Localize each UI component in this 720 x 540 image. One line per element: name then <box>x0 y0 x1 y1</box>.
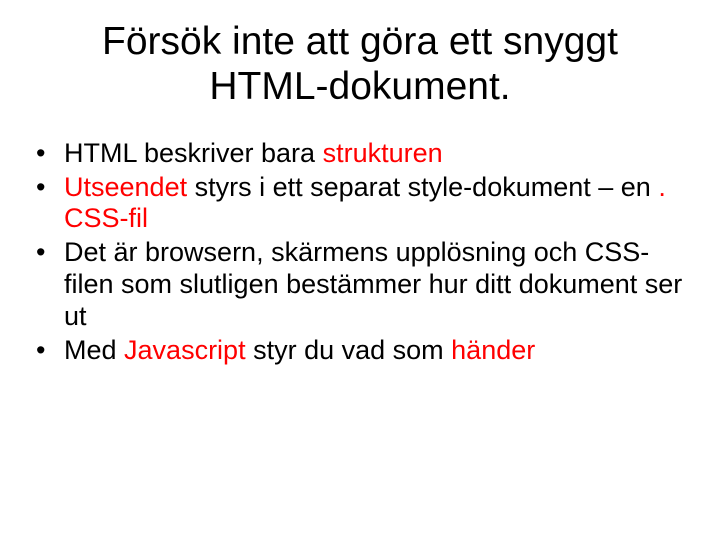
highlight-text: Javascript <box>124 335 246 365</box>
bullet-list: HTML beskriver bara strukturen Utseendet… <box>30 138 690 367</box>
text: styrs i ett separat style-dokument – en <box>187 172 658 202</box>
text: Med <box>64 335 124 365</box>
slide-title: Försök inte att göra ett snyggt HTML-dok… <box>70 20 650 110</box>
slide: Försök inte att göra ett snyggt HTML-dok… <box>0 0 720 540</box>
list-item: HTML beskriver bara strukturen <box>30 138 690 170</box>
text: styr du vad som <box>246 335 452 365</box>
list-item: Det är browsern, skärmens upplösning och… <box>30 237 690 333</box>
list-item: Med Javascript styr du vad som händer <box>30 335 690 367</box>
highlight-text: strukturen <box>323 138 443 168</box>
text: Det är browsern, skärmens upplösning och… <box>64 237 682 331</box>
highlight-text: händer <box>451 335 535 365</box>
text: HTML beskriver bara <box>64 138 323 168</box>
highlight-text: Utseendet <box>64 172 187 202</box>
list-item: Utseendet styrs i ett separat style-doku… <box>30 172 690 236</box>
